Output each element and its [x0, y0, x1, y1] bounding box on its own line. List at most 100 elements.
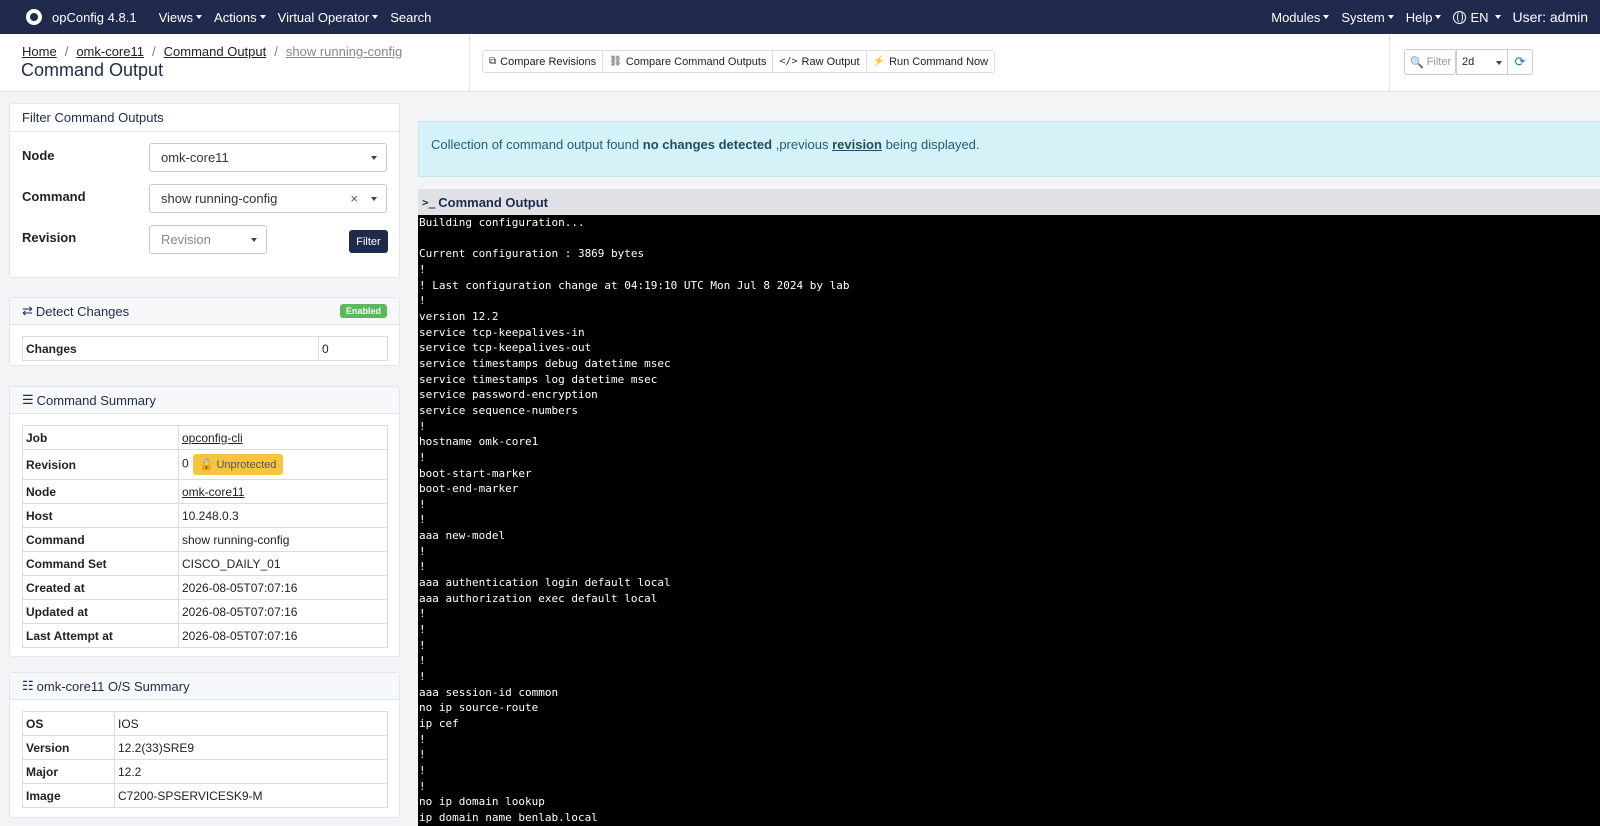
nav-language-label: EN [1470, 9, 1489, 25]
nav-system[interactable]: System [1341, 9, 1394, 25]
page-header: Home / omk-core11/Command Output / show runn… [0, 34, 1600, 92]
table-row: Host 10.248.0.3 [22, 503, 388, 528]
nav-actions[interactable]: Actions [214, 10, 266, 25]
table-row: Job opconfig-cli [22, 425, 388, 450]
caret-down-icon [259, 15, 266, 19]
revision-label: Revision [22, 230, 77, 245]
filter-card-title: Filter Command Outputs [10, 104, 399, 132]
breadcrumb-node[interactable]: omk-core11 [76, 44, 144, 59]
updated-label: Updated at [22, 599, 179, 624]
last-attempt-label: Last Attempt at [22, 623, 179, 648]
chevron-down-icon [371, 156, 377, 160]
compare-revisions-icon: ⧉ [489, 56, 497, 67]
filter-card: Filter Command Outputs Node omk-core11 C… [9, 103, 400, 278]
code-icon: </> [779, 56, 798, 67]
breadcrumb-home[interactable]: Home [22, 44, 57, 59]
list-icon: ☰ [22, 392, 34, 407]
nav-virtual-operator[interactable]: Virtual Operator [278, 10, 379, 25]
opconfig-logo-icon [26, 9, 42, 25]
command-set-label: Command Set [22, 551, 179, 576]
changes-table: Changes 0 [22, 336, 388, 361]
command-summary-title: Command Summary [36, 392, 156, 408]
nav-modules[interactable]: Modules [1271, 9, 1330, 25]
breadcrumb-command-output[interactable]: Command Output [164, 44, 267, 59]
node-row-label: Node [22, 479, 179, 504]
table-row: Last Attempt at 2026-08-05T07:07:16 [22, 623, 388, 648]
nav-virtual-operator-label: Virtual Operator [277, 9, 370, 25]
major-label: Major [22, 759, 115, 784]
node-link[interactable]: omk-core11 [182, 485, 244, 499]
chevron-down-icon [1496, 61, 1502, 65]
bolt-icon: ⚡ [872, 56, 886, 67]
compare-outputs-icon: ⛓ [609, 56, 622, 67]
revision-select[interactable]: Revision [149, 225, 267, 254]
compare-revisions-button[interactable]: ⧉ Compare Revisions [483, 51, 604, 72]
table-row: Updated at 2026-08-05T07:07:16 [22, 599, 388, 624]
node-select[interactable]: omk-core11 [149, 143, 387, 172]
header-divider [469, 34, 470, 92]
version-value: 12.2(33)SRE9 [114, 735, 388, 760]
command-summary-header: ☰ Command Summary [10, 387, 399, 414]
brand[interactable]: opConfig 4.8.1 [26, 9, 137, 25]
page-title: Command Output [21, 60, 164, 80]
alert-no-changes: no changes detected [642, 137, 773, 152]
version-label: Version [22, 735, 115, 760]
os-summary-header: ☷ omk-core11 O/S Summary [10, 673, 399, 700]
command-output-terminal[interactable]: Building configuration... Current config… [418, 215, 1600, 826]
detect-changes-header: ⇄ Detect Changes Enabled [10, 298, 399, 325]
search-icon: 🔍 [1410, 56, 1424, 69]
chevron-down-icon [371, 197, 377, 201]
job-link[interactable]: opconfig-cli [182, 431, 243, 445]
compare-outputs-button[interactable]: ⛓ Compare Command Outputs [603, 51, 774, 72]
updated-value: 2026-08-05T07:07:16 [178, 599, 388, 624]
caret-down-icon [372, 15, 379, 19]
job-label: Job [22, 425, 179, 450]
nav-help[interactable]: Help [1406, 10, 1442, 25]
alert-suffix: being displayed. [885, 137, 980, 152]
enabled-badge: Enabled [339, 304, 387, 318]
run-command-now-button[interactable]: ⚡ Run Command Now [866, 51, 995, 72]
header-filter-input[interactable]: 🔍 Filter [1404, 49, 1456, 75]
nav-views[interactable]: Views [159, 10, 203, 25]
nav-help-label: Help [1405, 9, 1433, 25]
time-range-value: 2d [1462, 56, 1475, 68]
unprotected-label: Unprotected [216, 459, 277, 471]
unprotected-badge[interactable]: 🔓 Unprotected [192, 454, 284, 475]
changes-label: Changes [22, 336, 319, 361]
revision-value: 0 [182, 456, 189, 471]
nav-right: Modules System Help EN User: admin [1259, 0, 1600, 34]
breadcrumb-separator: / [64, 44, 69, 59]
nav-system-label: System [1341, 9, 1385, 25]
os-summary-title: omk-core11 O/S Summary [36, 678, 190, 694]
breadcrumb-current[interactable]: show running-config [286, 44, 402, 59]
caret-down-icon [1435, 15, 1442, 19]
clear-icon[interactable]: × [350, 191, 358, 206]
os-value: IOS [114, 711, 388, 736]
nav-modules-label: Modules [1271, 9, 1321, 25]
terminal-icon: >_ [422, 195, 436, 209]
nav-user[interactable]: User: admin [1513, 9, 1588, 25]
nav-search[interactable]: Search [390, 10, 431, 25]
alert-revision-link[interactable]: revision [832, 137, 882, 152]
created-label: Created at [22, 575, 179, 600]
raw-output-button[interactable]: </> Raw Output [773, 51, 867, 72]
host-value: 10.248.0.3 [178, 503, 388, 528]
list-check-icon: ☷ [22, 678, 34, 693]
action-toolbar: ⧉ Compare Revisions ⛓ Compare Command Outp… [482, 50, 996, 73]
command-summary-card: ☰ Command Summary Job opconfig-cli Revisi… [9, 386, 400, 657]
command-output-text: Building configuration... Current config… [419, 216, 850, 824]
nav-language[interactable]: EN [1453, 9, 1501, 25]
unlock-icon: 🔓 [199, 459, 214, 471]
breadcrumb: Home / omk-core11 / Command Output / show runn… [22, 44, 402, 59]
command-select-value: show running-config [161, 191, 278, 206]
filter-button[interactable]: Filter [349, 230, 388, 253]
table-row: Node omk-core11 [22, 479, 388, 504]
revision-row-label: Revision [22, 449, 179, 480]
breadcrumb-separator: / [152, 44, 156, 59]
command-summary-table: Job opconfig-cli Revision 0 🔓 Unprotected N… [22, 425, 388, 648]
refresh-icon: ⟳ [1514, 54, 1526, 69]
detect-changes-title: Detect Changes [35, 303, 130, 319]
time-range-select[interactable]: 2d [1456, 49, 1508, 75]
command-select[interactable]: show running-config × [149, 184, 387, 213]
refresh-button[interactable]: ⟳ [1507, 49, 1533, 75]
